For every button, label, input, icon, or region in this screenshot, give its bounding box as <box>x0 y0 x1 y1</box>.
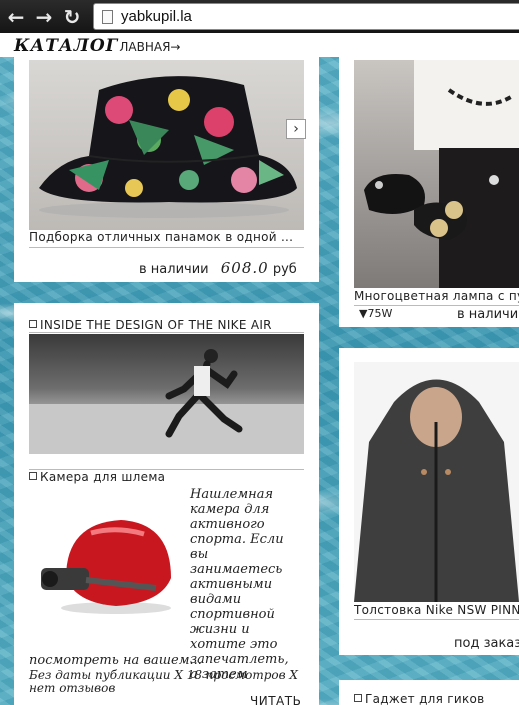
availability-label: в наличи <box>457 307 519 322</box>
home-link[interactable]: ЛАВНАЯ→ <box>119 37 180 57</box>
product-card-hoodie[interactable]: Толстовка Nike NSW PINN под заказ <box>339 348 519 655</box>
divider <box>29 247 304 248</box>
page-icon <box>102 9 113 24</box>
article-card-gadget[interactable]: Гаджет для гиков <box>339 680 519 705</box>
product-caption[interactable]: Многоцветная лампа с пу <box>354 289 519 303</box>
helmet-camera-image[interactable] <box>36 508 186 618</box>
article-title[interactable]: INSIDE THE DESIGN OF THE NIKE AIR <box>29 318 304 332</box>
external-link-icon <box>354 694 362 702</box>
price-row: в наличии 608.0 руб <box>139 259 297 277</box>
order-label: под заказ <box>454 636 519 651</box>
read-more-link[interactable]: ЧИТАТЬ <box>250 694 301 705</box>
site-header: КАТАЛОГ ЛАВНАЯ→ <box>0 33 519 57</box>
divider <box>354 619 519 620</box>
address-bar[interactable]: yabkupil.la <box>93 3 519 30</box>
external-link-icon <box>29 320 37 328</box>
camera-description-cont: посмотреть на вашем... <box>29 653 202 668</box>
product-caption[interactable]: Толстовка Nike NSW PINN <box>354 603 519 617</box>
article-meta: Без даты публикации Х 18 просмотров Х не… <box>29 668 298 695</box>
hat-image[interactable] <box>29 60 304 230</box>
product-caption[interactable]: Подборка отличных панамок в одной ... <box>29 230 304 244</box>
product-card-hats[interactable]: › Подборка отличных панамок в одной ... … <box>14 57 319 282</box>
divider <box>354 305 519 306</box>
runner-image[interactable] <box>29 334 304 454</box>
reload-icon[interactable]: ↻ <box>60 5 84 29</box>
back-icon[interactable]: ← <box>4 5 28 29</box>
currency-label: руб <box>272 262 297 277</box>
external-link-icon <box>29 472 37 480</box>
hoodie-image[interactable] <box>354 362 519 602</box>
slider-next-icon[interactable]: › <box>286 119 306 139</box>
product-card-lamp[interactable]: Многоцветная лампа с пу ▼75W в наличи <box>339 57 519 327</box>
camera-title[interactable]: Камера для шлема <box>29 470 304 484</box>
catalog-link[interactable]: КАТАЛОГ <box>14 35 118 57</box>
lamp-image[interactable] <box>354 60 519 288</box>
browser-toolbar: ← → ↻ yabkupil.la <box>0 0 519 33</box>
price-value: 608.0 <box>220 259 269 277</box>
url-text[interactable]: yabkupil.la <box>121 8 192 25</box>
availability-label: в наличии <box>139 262 209 277</box>
forward-icon[interactable]: → <box>32 5 56 29</box>
gadget-title[interactable]: Гаджет для гиков <box>354 692 519 705</box>
divider <box>29 332 304 333</box>
article-card-nike[interactable]: INSIDE THE DESIGN OF THE NIKE AIR Камера… <box>14 303 319 705</box>
power-label: ▼75W <box>359 307 393 320</box>
